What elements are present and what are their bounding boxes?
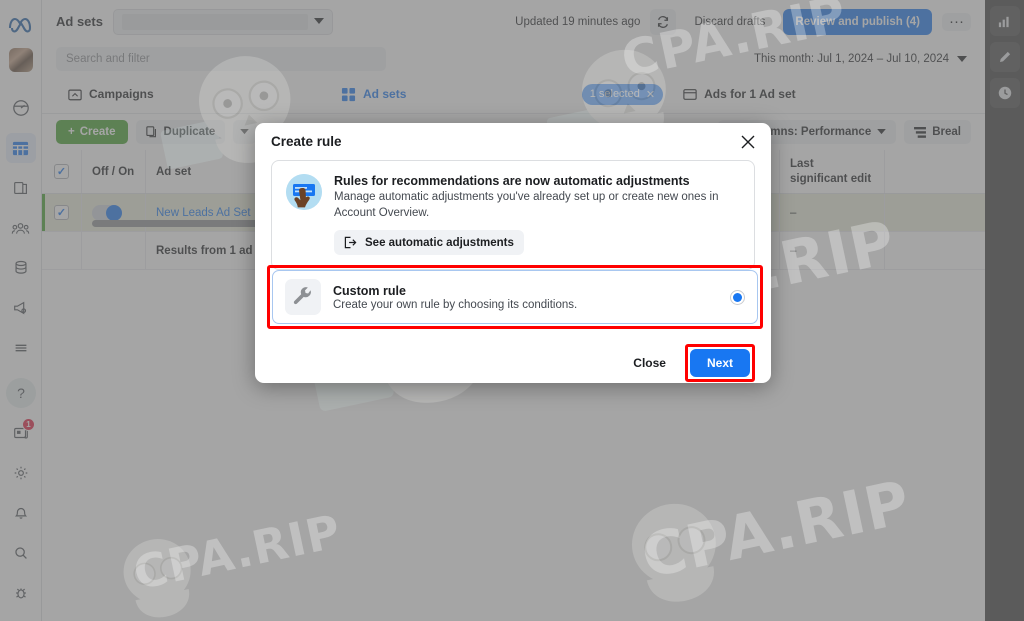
see-automatic-adjustments-label: See automatic adjustments	[365, 236, 514, 249]
modal-footer: Close Next	[255, 343, 771, 383]
custom-rule-title: Custom rule	[333, 283, 406, 298]
wrench-icon	[285, 279, 321, 315]
modal-title: Create rule	[271, 134, 342, 149]
custom-rule-option[interactable]: Custom rule Create your own rule by choo…	[272, 270, 758, 324]
recommendation-description: Manage automatic adjustments you've alre…	[334, 191, 719, 219]
close-button[interactable]: Close	[620, 349, 679, 377]
recommendation-card: Rules for recommendations are now automa…	[271, 160, 755, 271]
next-button-highlight: Next	[684, 344, 755, 382]
external-link-icon	[344, 236, 357, 249]
custom-rule-description: Create your own rule by choosing its con…	[333, 298, 578, 311]
recommendation-title: Rules for recommendations are now automa…	[334, 174, 690, 188]
hand-pointing-card-icon	[286, 174, 322, 210]
close-icon[interactable]	[739, 133, 757, 151]
custom-rule-radio[interactable]	[730, 289, 745, 305]
modal-header: Create rule	[255, 123, 771, 160]
next-button[interactable]: Next	[689, 349, 750, 377]
see-automatic-adjustments-button[interactable]: See automatic adjustments	[334, 230, 524, 256]
modal-body: Rules for recommendations are now automa…	[255, 160, 771, 271]
